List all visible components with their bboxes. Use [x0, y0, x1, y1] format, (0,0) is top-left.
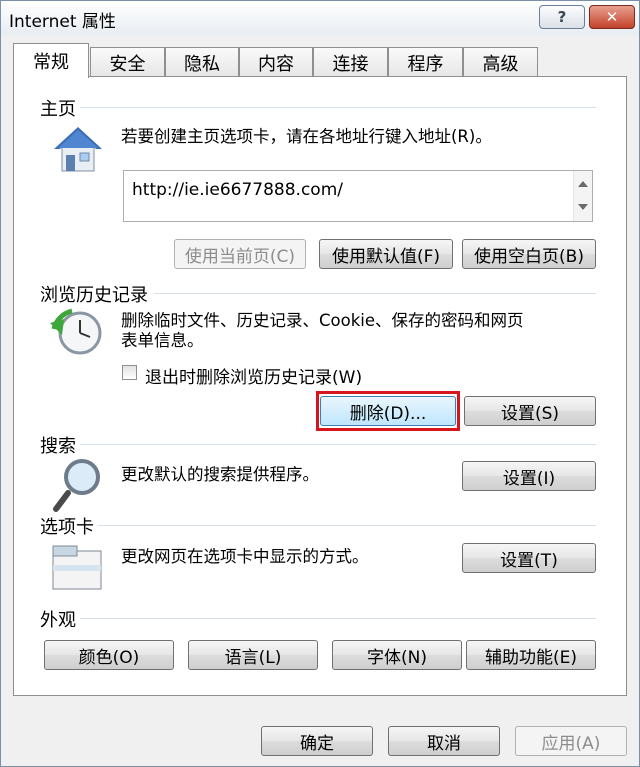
history-section-title: 浏览历史记录	[40, 281, 152, 307]
help-button[interactable]: ?	[539, 5, 585, 29]
tab-content[interactable]: 内容	[239, 47, 313, 77]
use-default-button[interactable]: 使用默认值(F)	[319, 239, 453, 269]
use-blank-button[interactable]: 使用空白页(B)	[462, 239, 596, 269]
delete-on-exit-checkbox[interactable]	[122, 365, 137, 380]
search-section-divider	[76, 444, 596, 445]
title-bar[interactable]: Internet 属性 ? ✕	[1, 1, 639, 35]
close-button[interactable]: ✕	[589, 5, 635, 29]
tab-security[interactable]: 安全	[90, 47, 165, 77]
tab-connections[interactable]: 连接	[313, 47, 388, 77]
home-section-divider	[76, 107, 596, 108]
tabs-window-icon	[52, 545, 102, 590]
appearance-section-title: 外观	[40, 606, 80, 632]
internet-options-dialog: Internet 属性 ? ✕ 常规 安全 隐私 内容 连接 程序 高级 主页 …	[0, 0, 640, 767]
home-page-url: http://ie.ie6677888.com/	[132, 180, 343, 200]
tabs-description: 更改网页在选项卡中显示的方式。	[121, 547, 369, 566]
tab-programs[interactable]: 程序	[388, 47, 463, 77]
history-section-divider	[154, 293, 596, 294]
history-settings-button[interactable]: 设置(S)	[464, 396, 596, 426]
accessibility-button[interactable]: 辅助功能(E)	[466, 640, 596, 670]
scroll-down-icon[interactable]	[578, 204, 588, 210]
delete-button[interactable]: 删除(D)...	[320, 396, 456, 426]
search-section-title: 搜索	[40, 432, 80, 458]
languages-button[interactable]: 语言(L)	[188, 640, 318, 670]
general-tab-panel: 主页 若要创建主页选项卡，请在各地址行键入地址(R)。 http://ie.ie…	[13, 76, 627, 696]
history-clock-icon	[50, 308, 102, 355]
tab-general[interactable]: 常规	[13, 43, 89, 78]
home-page-textarea[interactable]: http://ie.ie6677888.com/	[123, 170, 593, 222]
window-title: Internet 属性	[9, 12, 116, 32]
delete-on-exit-label[interactable]: 退出时删除浏览历史记录(W)	[145, 363, 362, 388]
fonts-button[interactable]: 字体(N)	[332, 640, 462, 670]
use-current-button[interactable]: 使用当前页(C)	[174, 239, 306, 269]
apply-button[interactable]: 应用(A)	[515, 726, 627, 756]
tabs-section-title: 选项卡	[40, 513, 98, 539]
ok-button[interactable]: 确定	[261, 726, 373, 756]
tabs-section-divider	[94, 525, 596, 526]
history-description-line1: 删除临时文件、历史记录、Cookie、保存的密码和网页	[121, 311, 524, 330]
cancel-button[interactable]: 取消	[388, 726, 500, 756]
home-icon	[54, 127, 102, 172]
search-settings-button[interactable]: 设置(I)	[462, 461, 596, 491]
history-description-line2: 表单信息。	[121, 331, 204, 350]
tabs-settings-button[interactable]: 设置(T)	[462, 543, 596, 573]
tab-advanced[interactable]: 高级	[463, 47, 538, 77]
colors-button[interactable]: 颜色(O)	[44, 640, 174, 670]
search-description: 更改默认的搜索提供程序。	[121, 465, 319, 484]
home-section-title: 主页	[40, 95, 80, 121]
tab-privacy[interactable]: 隐私	[165, 47, 239, 77]
textarea-scrollbar[interactable]	[573, 171, 592, 221]
home-description: 若要创建主页选项卡，请在各地址行键入地址(R)。	[121, 127, 492, 146]
scroll-up-icon[interactable]	[578, 181, 588, 187]
search-magnifier-icon	[53, 459, 100, 512]
appearance-section-divider	[76, 618, 596, 619]
